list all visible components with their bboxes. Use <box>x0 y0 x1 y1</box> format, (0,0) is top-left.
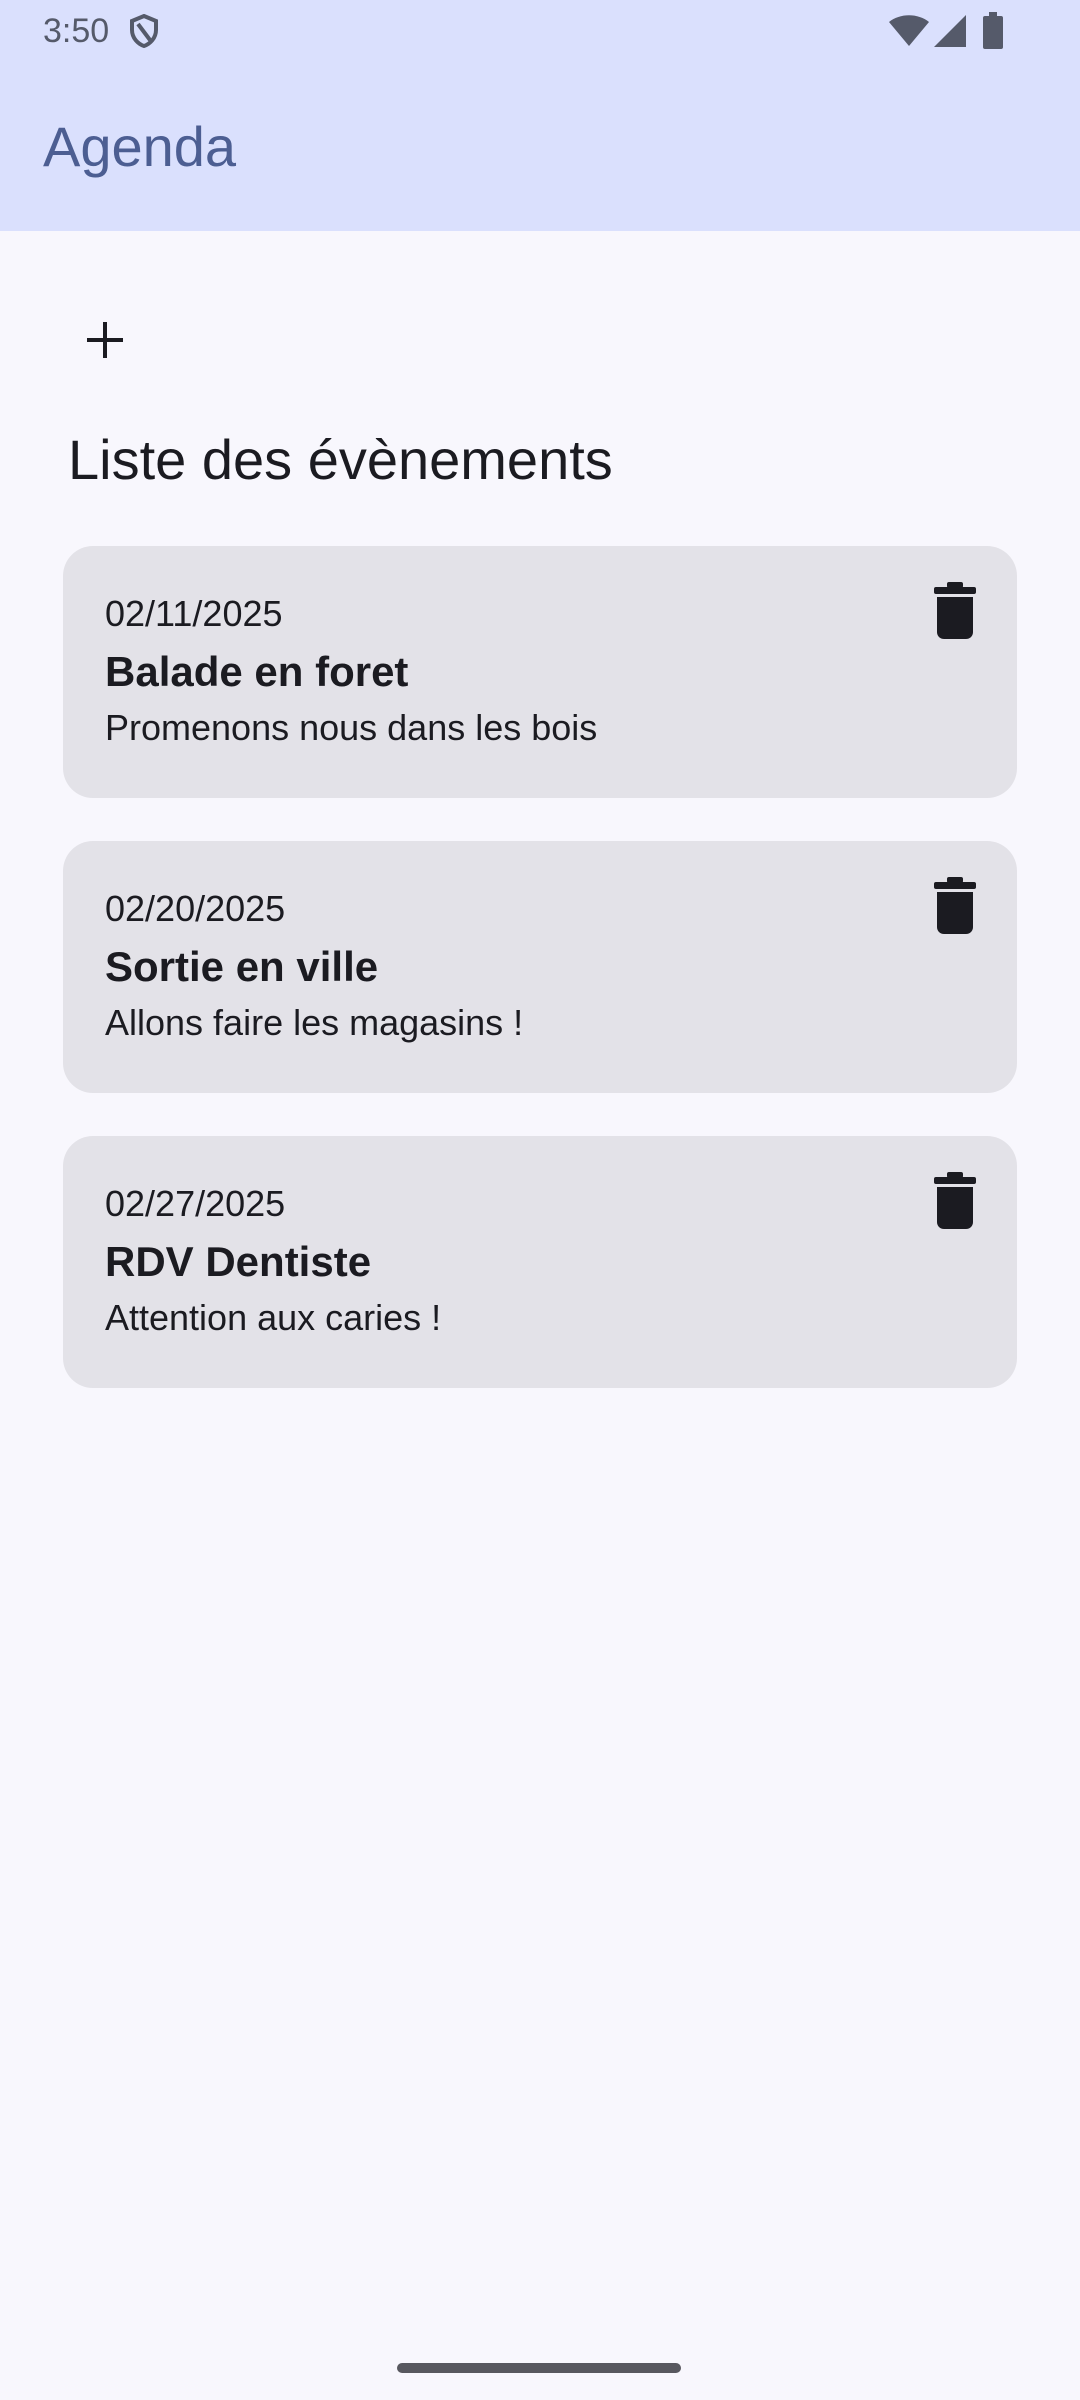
wifi-icon <box>888 14 930 48</box>
delete-event-button[interactable] <box>925 1166 985 1232</box>
event-description: Allons faire les magasins ! <box>105 1002 524 1043</box>
trash-icon <box>925 1166 985 1232</box>
status-time: 3:50 <box>43 12 110 50</box>
event-card[interactable]: 02/27/2025 RDV Dentiste Attention aux ca… <box>63 1136 1017 1388</box>
signal-icon <box>934 14 968 48</box>
event-description: Promenons nous dans les bois <box>105 707 598 748</box>
plus-icon <box>63 298 147 382</box>
home-indicator[interactable] <box>397 2363 681 2373</box>
event-title: Balade en foret <box>105 648 409 695</box>
battery-icon <box>982 12 1004 50</box>
event-date: 02/11/2025 <box>105 593 283 634</box>
event-date: 02/20/2025 <box>105 888 286 929</box>
status-bar: 3:50 <box>0 0 1080 62</box>
event-card[interactable]: 02/20/2025 Sortie en ville Allons faire … <box>63 841 1017 1093</box>
trash-icon <box>925 576 985 642</box>
event-title: RDV Dentiste <box>105 1238 372 1285</box>
add-event-button[interactable] <box>63 298 147 382</box>
section-title: Liste des évènements <box>68 428 613 491</box>
delete-event-button[interactable] <box>925 576 985 642</box>
shield-icon <box>128 13 160 49</box>
event-card[interactable]: 02/11/2025 Balade en foret Promenons nou… <box>63 546 1017 798</box>
trash-icon <box>925 871 985 937</box>
event-title: Sortie en ville <box>105 943 379 990</box>
app-title: Agenda <box>43 115 237 178</box>
event-description: Attention aux caries ! <box>105 1297 442 1338</box>
event-list: 02/11/2025 Balade en foret Promenons nou… <box>63 546 1017 1431</box>
top-app-bar: 3:50 Agenda <box>0 0 1080 231</box>
event-date: 02/27/2025 <box>105 1183 286 1224</box>
delete-event-button[interactable] <box>925 871 985 937</box>
